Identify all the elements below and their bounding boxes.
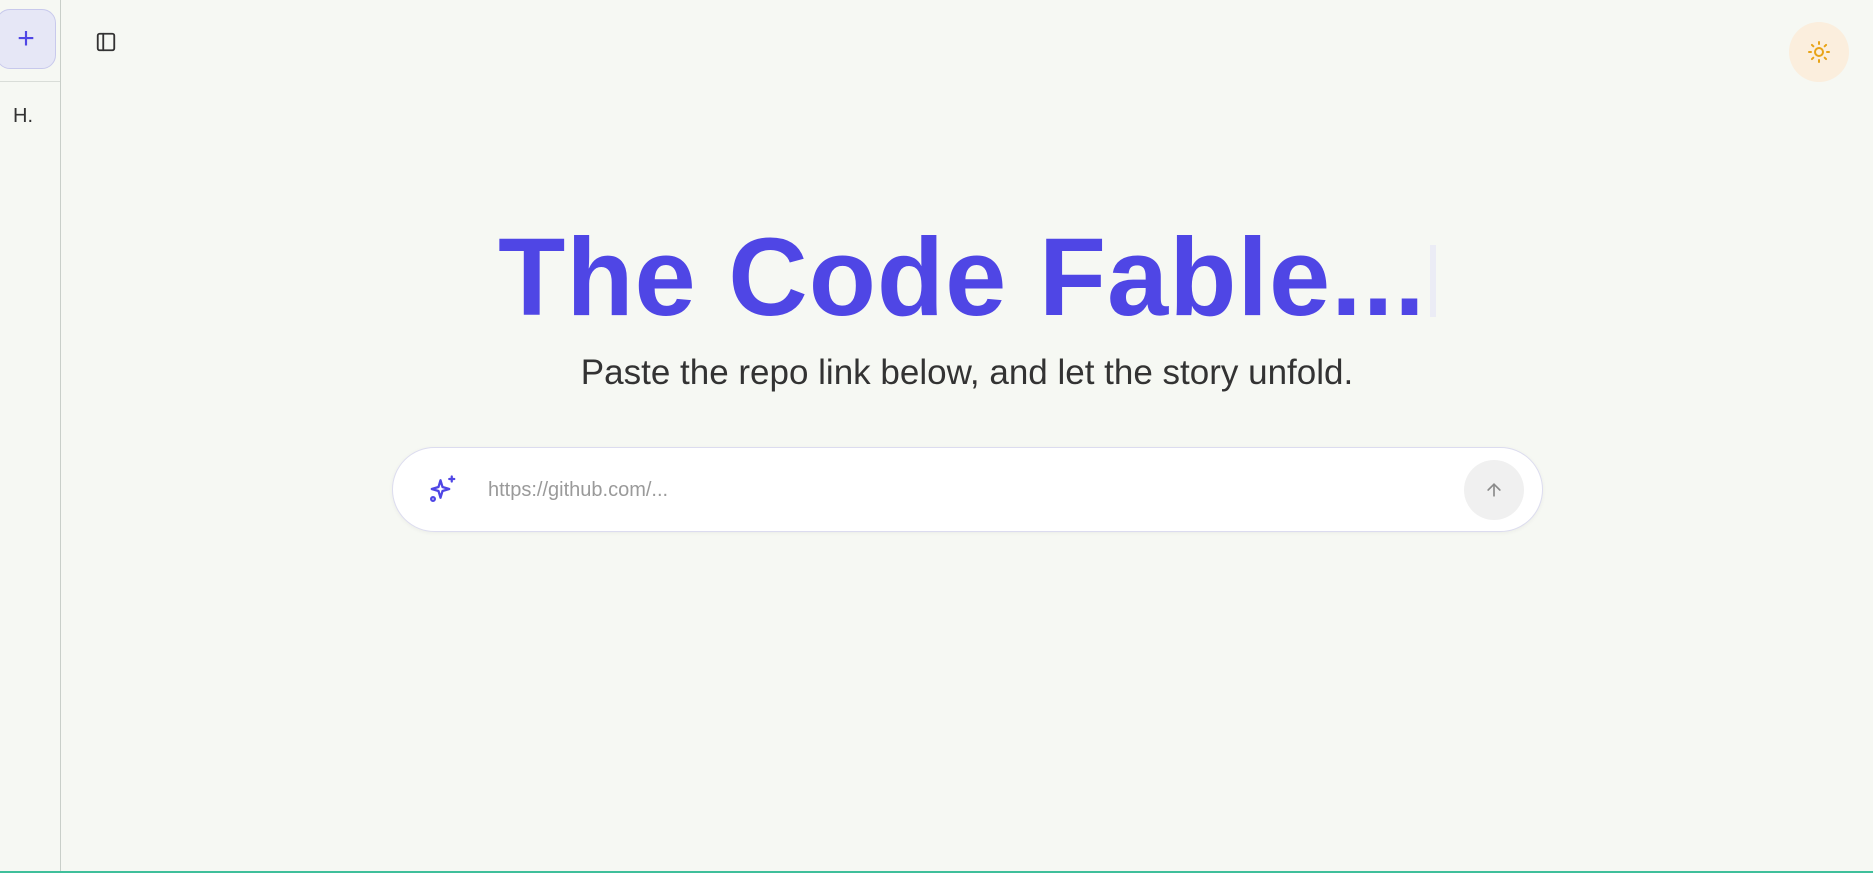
typing-caret — [1429, 245, 1436, 317]
title-text: The Code Fable... — [498, 216, 1426, 339]
theme-toggle-button[interactable] — [1789, 22, 1849, 82]
panel-left-icon — [96, 32, 116, 52]
repo-url-input[interactable] — [486, 470, 1450, 510]
new-chat-button[interactable]: + — [0, 9, 56, 69]
app-root: + H. The Code Fable... Paste the repo li… — [0, 0, 1873, 873]
sun-icon — [1808, 41, 1830, 63]
sidebar: + H. — [0, 0, 61, 871]
sidebar-history-item[interactable]: H. — [13, 105, 33, 128]
submit-button[interactable] — [1464, 460, 1524, 520]
sparkles-icon — [430, 475, 456, 502]
sidebar-divider — [0, 81, 60, 82]
page-subtitle: Paste the repo link below, and let the s… — [580, 353, 1354, 392]
arrow-up-icon — [1487, 483, 1501, 497]
sidebar-toggle-button[interactable] — [88, 24, 124, 60]
plus-icon: + — [17, 22, 35, 55]
page-title: The Code Fable... — [0, 214, 1873, 341]
